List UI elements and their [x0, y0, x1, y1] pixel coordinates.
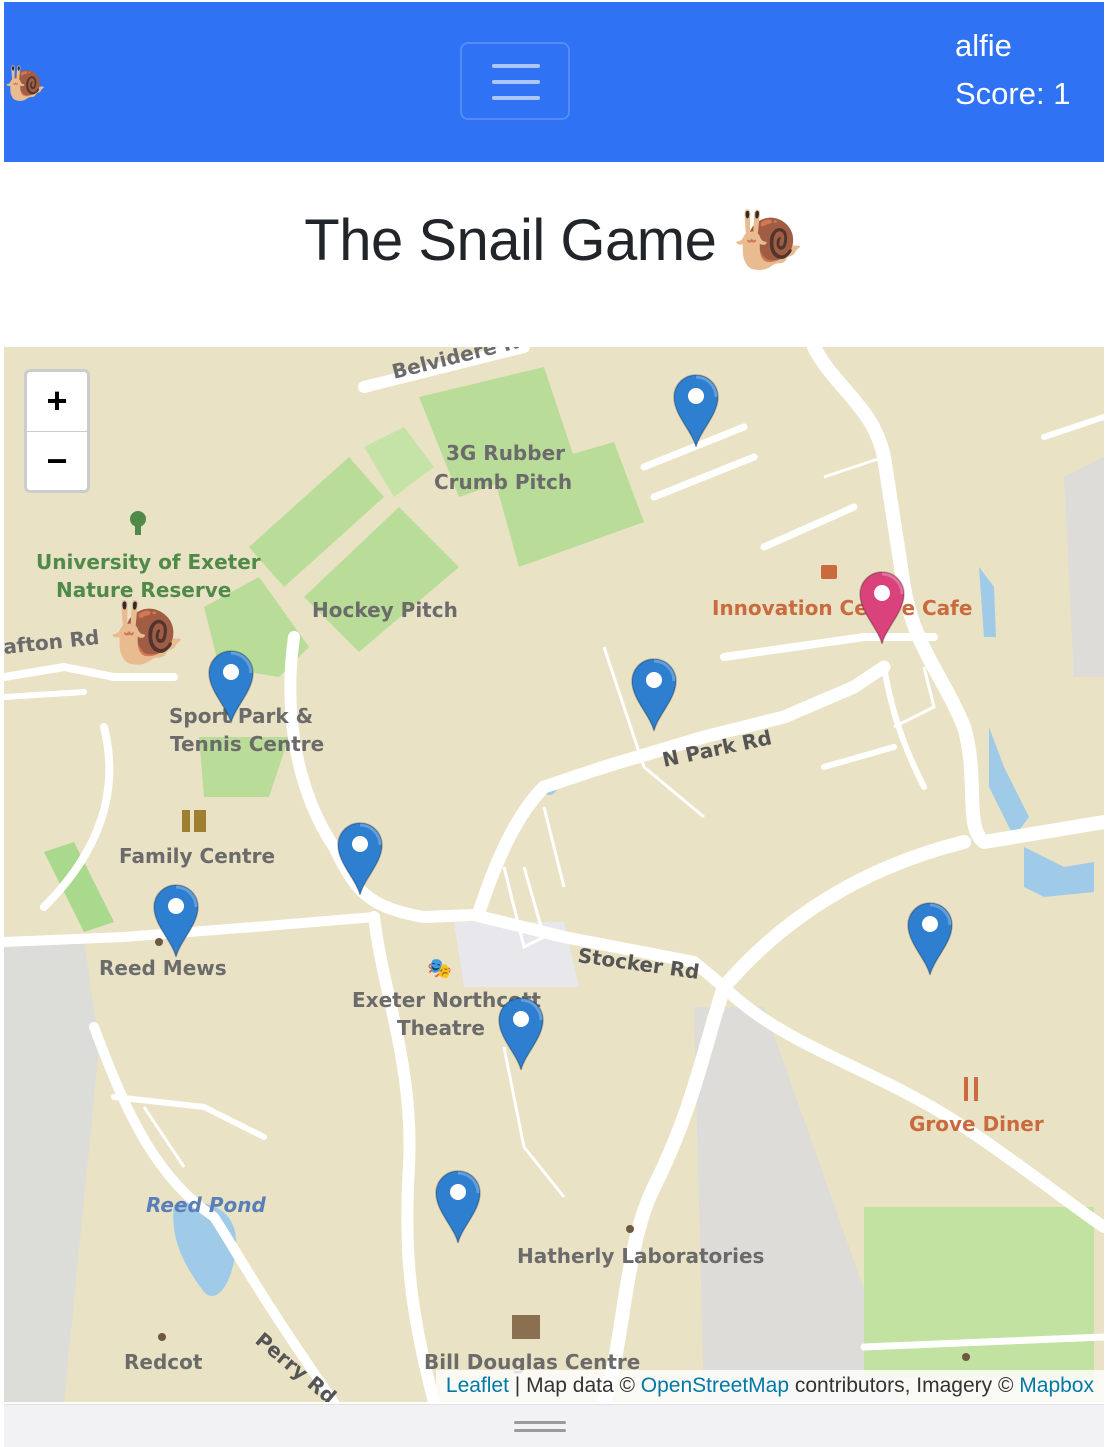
zoom-control: + − [24, 369, 90, 493]
zoom-out-button[interactable]: − [27, 431, 87, 491]
osm-link[interactable]: OpenStreetMap [641, 1374, 789, 1397]
map-label-hatherly: Hatherly Laboratories [517, 1244, 764, 1268]
map-label-innovation: Innovation Centre Cafe [712, 596, 972, 620]
map-label-reed-pond: Reed Pond [146, 1193, 266, 1217]
menu-toggle-button[interactable] [460, 42, 570, 120]
map-marker-pin-icon[interactable] [150, 881, 202, 959]
map-label-hockey: Hockey Pitch [312, 598, 458, 622]
map-marker-pin-icon[interactable] [495, 994, 547, 1072]
attribution-text: | Map data © [508, 1374, 641, 1397]
map-marker-pin-icon[interactable] [670, 371, 722, 449]
hamburger-icon [492, 64, 540, 68]
drag-handle-icon[interactable] [514, 1421, 566, 1424]
username: alfie [955, 28, 1012, 63]
map-label-family: Family Centre [119, 844, 275, 868]
map-label-pitch-3g: 3G Rubber [446, 441, 565, 465]
hamburger-icon-bar [492, 80, 540, 84]
map-label-northcott-2: Theatre [397, 1016, 485, 1040]
map-label-sport-2: Tennis Centre [170, 732, 324, 756]
svg-text:🎭: 🎭 [427, 958, 452, 980]
map-label-reserve: University of Exeter [36, 550, 261, 574]
snail-brand-icon[interactable]: 🐌 [4, 64, 46, 104]
map-marker-selected-pin-icon[interactable] [856, 568, 908, 646]
snail-player-icon[interactable]: 🐌 [108, 599, 185, 669]
zoom-in-button[interactable]: + [27, 372, 87, 431]
map-marker-pin-icon[interactable] [904, 899, 956, 977]
map-marker-pin-icon[interactable] [628, 655, 680, 733]
map-label-grove: Grove Diner [909, 1112, 1044, 1136]
hamburger-icon-bar [492, 96, 540, 100]
bottom-sheet-bar[interactable] [4, 1404, 1104, 1447]
user-info: alfie Score: 1 [955, 22, 1070, 118]
drag-handle-icon-line [514, 1429, 566, 1432]
mapbox-link[interactable]: Mapbox [1019, 1374, 1094, 1397]
map-label-reed-mews: Reed Mews [99, 956, 227, 980]
score-text: Score: 1 [955, 76, 1071, 111]
map-label-redcot: Redcot [124, 1350, 203, 1374]
map-view[interactable]: 🎭 Belvidere R 3G Rubber Crumb Pitch Univ… [4, 347, 1104, 1402]
leaflet-link[interactable]: Leaflet [446, 1374, 509, 1397]
map-marker-pin-icon[interactable] [334, 819, 386, 897]
attribution-text-2: contributors, Imagery © [789, 1374, 1020, 1397]
map-marker-pin-icon[interactable] [432, 1167, 484, 1245]
map-attribution: Leaflet | Map data © OpenStreetMap contr… [435, 1370, 1104, 1402]
app-frame: 🐌 alfie Score: 1 The Snail Game 🐌 🎭 Belv… [4, 2, 1104, 1447]
map-tiles: 🎭 Belvidere R 3G Rubber Crumb Pitch Univ… [4, 347, 1104, 1402]
map-label-afton: afton Rd [4, 625, 100, 659]
map-marker-pin-icon[interactable] [205, 647, 257, 725]
map-label-pitch-3g-2: Crumb Pitch [434, 470, 572, 494]
page-title: The Snail Game 🐌 [304, 208, 804, 273]
navbar: 🐌 alfie Score: 1 [4, 2, 1104, 162]
